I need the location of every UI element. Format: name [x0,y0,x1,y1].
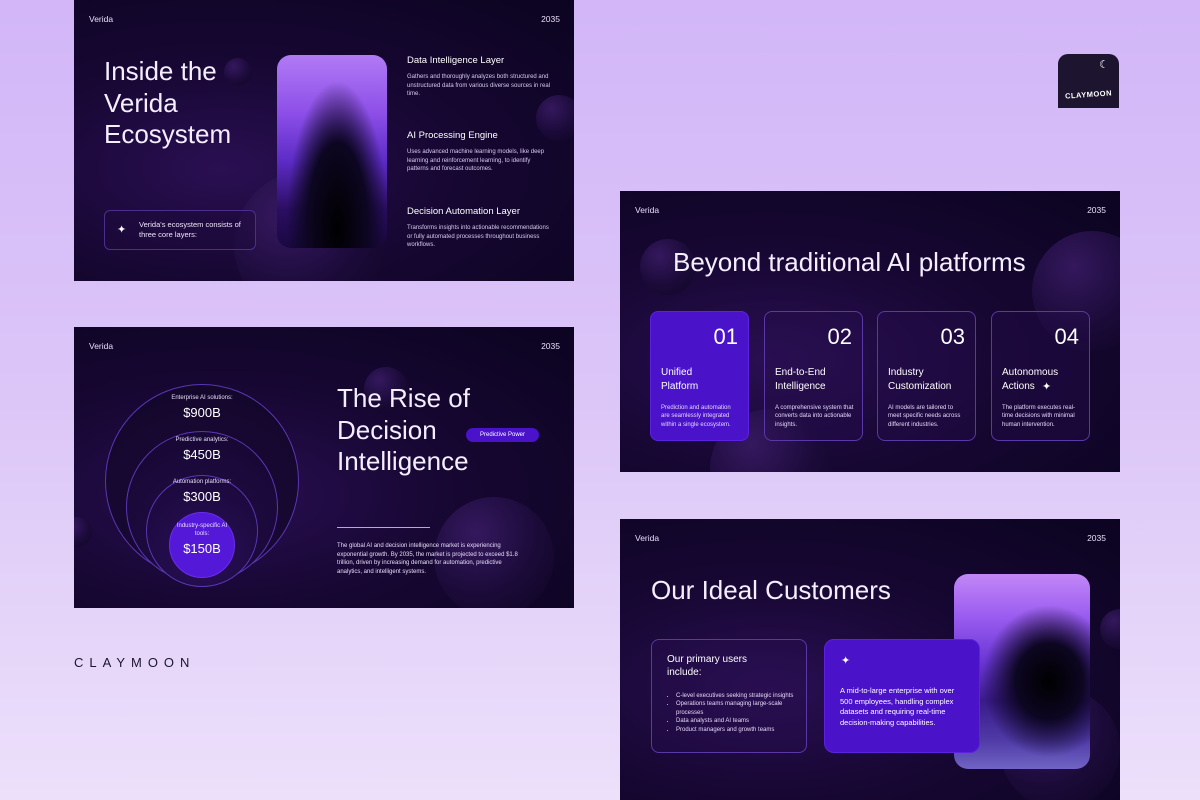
slide-title: Inside the Verida Ecosystem [104,56,232,150]
slide-decision-intelligence[interactable]: Verida 2035 Enterprise AI solutions: $90… [74,327,574,608]
layer-text: Uses advanced machine learning models, l… [407,149,545,173]
card-number: 04 [1054,324,1079,349]
layer-item: Data Intelligence Layer Gathers and thor… [407,55,552,99]
callout-text: Verida's ecosystem consists of three cor… [139,220,241,240]
layer-text: Transforms insights into actionable reco… [407,225,549,249]
ring-label: Industry-specific AI tools: [176,523,228,537]
card-text: A comprehensive system that converts dat… [775,405,854,428]
sparkle-icon: ✦ [1042,381,1052,393]
ring-label: Enterprise AI solutions: [171,395,233,401]
sparkle-icon: ✦ [841,655,851,667]
brand-badge: ☾ CLAYMOON [1058,54,1119,108]
slide-ecosystem[interactable]: Verida 2035 Inside the Verida Ecosystem … [74,0,574,281]
slide-year: 2035 [541,341,560,351]
list-item: Product managers and growth teams [676,726,796,734]
card-number: 02 [827,324,852,349]
decor-orb [74,517,92,547]
list-item: C-level executives seeking strategic ins… [676,692,796,700]
slide-ideal-customers[interactable]: Verida 2035 Our Ideal Customers Our prim… [620,519,1120,800]
callout-box: ✦ Verida's ecosystem consists of three c… [104,210,256,250]
decor-orb [1100,609,1120,649]
layer-text: Gathers and thoroughly analyzes both str… [407,74,551,98]
ring-value: $150B [183,541,221,556]
card-label: Unified Platform [661,367,699,392]
card-text: The platform executes real-time decision… [1002,405,1076,428]
market-description: The global AI and decision intelligence … [337,543,518,576]
users-list: C-level executives seeking strategic ins… [676,692,796,734]
slide-title: Our Ideal Customers [651,575,891,605]
slide-brand: Verida [635,533,660,543]
slide-brand: Verida [89,341,114,351]
slide-title: Beyond traditional AI platforms [673,247,1026,277]
moon-star-icon: ☾ [1099,59,1109,71]
layer-item: Decision Automation Layer Transforms ins… [407,206,552,250]
card-number: 01 [713,324,738,349]
ring-label: Predictive analytics: [175,437,229,443]
slide-year: 2035 [1087,205,1106,215]
list-item: Operations teams managing large-scale pr… [676,700,796,717]
card-text: Prediction and automation are seamlessly… [661,405,731,428]
gradient-glass-panel [277,55,387,248]
ring-value: $300B [183,489,221,504]
slide-brand: Verida [635,205,660,215]
badge-text: CLAYMOON [1064,88,1113,101]
brand-wordmark: CLAYMOON [74,655,196,670]
feature-card[interactable]: 02 End-to-End Intelligence A comprehensiv… [764,311,863,441]
primary-users-card: Our primary users include: C-level execu… [651,639,807,753]
card-label: End-to-End Intelligence [775,367,826,392]
highlight-card: ✦ A mid-to-large enterprise with over 50… [824,639,980,753]
sparkle-icon: ✦ [117,224,127,236]
ring-value: $450B [183,447,221,462]
feature-card[interactable]: 03 Industry Customization AI models are t… [877,311,976,441]
divider [337,527,430,528]
ring-value: $900B [183,405,221,420]
list-item: Data analysts and AI teams [676,717,796,725]
card-number: 03 [940,324,965,349]
card-label: Industry Customization [888,367,952,392]
slide-beyond-platforms[interactable]: Verida 2035 Beyond traditional AI platfo… [620,191,1120,472]
slide-year: 2035 [541,14,560,24]
slide-brand: Verida [89,14,114,24]
feature-card[interactable]: 01 Unified Platform Prediction and automa… [650,311,749,441]
slide-title: The Rise of Decision Intelligence [337,383,470,477]
card-text: AI models are tailored to meet specific … [888,405,961,428]
layer-title: Data Intelligence Layer [407,55,505,66]
layer-item: AI Processing Engine Uses advanced machi… [407,130,552,174]
users-title: Our primary users include: [667,654,748,678]
highlight-text: A mid-to-large enterprise with over 500 … [840,686,955,727]
predictive-power-pill[interactable]: Predictive Power [466,428,539,442]
layer-title: Decision Automation Layer [407,206,521,217]
ring-label: Automation platforms: [172,479,232,485]
feature-card[interactable]: 04 Autonomous Actions ✦ The platform exec… [991,311,1090,441]
layer-title: AI Processing Engine [407,130,498,141]
slide-year: 2035 [1087,533,1106,543]
